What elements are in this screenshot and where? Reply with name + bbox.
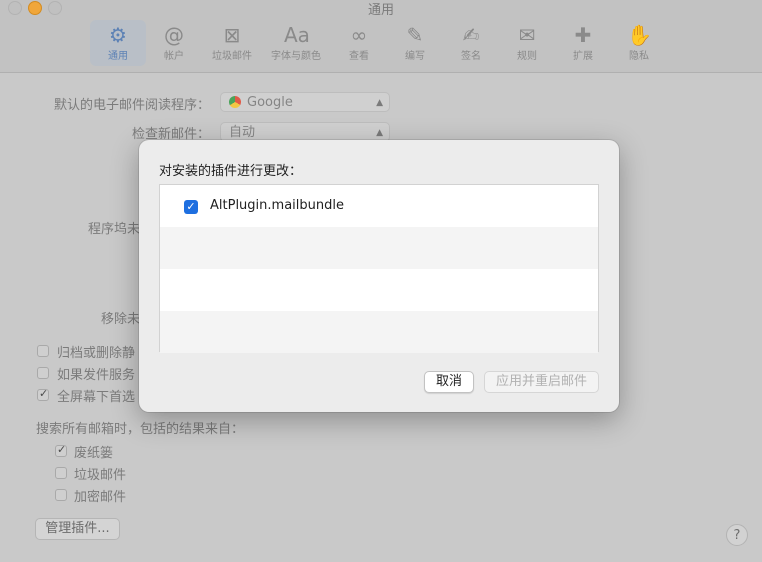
tab-label: 隐私 [629,51,649,62]
tab-composing[interactable]: ✎ 编写 [387,20,443,66]
archive-mute-label: 归档或删除静 [57,346,136,361]
tab-label: 编写 [405,51,425,62]
manage-plugins-button[interactable]: 管理插件... [35,518,120,540]
search-encrypted-checkbox[interactable] [55,489,67,501]
search-junk-checkbox[interactable] [55,467,67,479]
title-bar: 通用 ⚙ 通用 @ 帐户 ⊠ 垃圾邮件 Aa 字体与颜色 ∞ 查看 ✎ 编写 ✍… [0,0,762,73]
compose-icon: ✎ [406,23,424,47]
tab-signatures[interactable]: ✍ 签名 [443,20,499,66]
remove-unedited-label: 移除未 [100,312,140,327]
signature-icon: ✍ [462,23,480,47]
dock-unread-label: 程序坞未 [87,222,140,237]
search-encrypted-label: 加密邮件 [74,490,127,505]
check-mail-value: 自动 [229,125,256,140]
tab-general[interactable]: ⚙ 通用 [90,20,146,66]
tab-label: 查看 [349,51,369,62]
manage-plugins-sheet: 对安装的插件进行更改： ✓ AltPlugin.mailbundle 取消 应用… [139,140,619,412]
tab-rules[interactable]: ✉ 规则 [499,20,555,66]
at-icon: @ [164,23,184,47]
search-heading: 搜索所有邮箱时，包括的结果来自： [36,422,245,437]
list-item [160,311,598,353]
sheet-title: 对安装的插件进行更改： [159,164,303,179]
tab-accounts[interactable]: @ 帐户 [146,20,202,66]
tab-label: 规则 [517,51,537,62]
search-junk-label: 垃圾邮件 [74,468,127,483]
cancel-button[interactable]: 取消 [424,371,474,393]
list-item[interactable]: ✓ AltPlugin.mailbundle [160,185,598,227]
default-reader-value: Google [247,95,293,110]
tab-label: 帐户 [164,51,184,62]
default-reader-label: 默认的电子邮件阅读程序： [53,98,210,113]
server-fallback-label: 如果发件服务 [57,368,136,383]
tab-label: 扩展 [573,51,593,62]
fullscreen-tabs-label: 全屏幕下首选 [57,390,136,405]
tab-label: 签名 [461,51,481,62]
tab-junk-mail[interactable]: ⊠ 垃圾邮件 [204,20,260,66]
tab-label: 垃圾邮件 [212,51,252,62]
gear-icon: ⚙ [109,23,127,47]
list-item [160,227,598,269]
tab-viewing[interactable]: ∞ 查看 [331,20,387,66]
plugin-name: AltPlugin.mailbundle [210,198,344,213]
tab-label: 通用 [108,51,128,62]
list-item [160,269,598,311]
check-mail-popup[interactable]: 自动 ▲ [220,122,390,142]
fonts-icon: Aa [284,23,310,47]
chevron-updown-icon: ▲ [376,98,383,108]
tab-fonts-colors[interactable]: Aa 字体与颜色 [268,20,324,66]
help-button[interactable]: ? [726,524,748,546]
apply-restart-button[interactable]: 应用并重启邮件 [484,371,599,393]
search-trash-checkbox[interactable] [55,443,67,457]
junk-icon: ⊠ [223,23,241,47]
tab-privacy[interactable]: ✋ 隐私 [611,20,667,66]
chrome-icon [229,96,241,108]
plugin-enabled-checkbox[interactable]: ✓ [184,200,198,214]
tab-label: 字体与颜色 [271,51,321,62]
server-fallback-checkbox[interactable] [37,367,49,379]
glasses-icon: ∞ [350,23,368,47]
plugin-list: ✓ AltPlugin.mailbundle [159,184,599,353]
default-reader-popup[interactable]: Google ▲ [220,92,390,112]
hand-icon: ✋ [627,23,652,47]
rules-icon: ✉ [518,23,536,47]
fullscreen-tabs-checkbox[interactable] [37,387,49,401]
tab-extensions[interactable]: ✚ 扩展 [555,20,611,66]
window-title: 通用 [367,3,394,18]
puzzle-icon: ✚ [574,23,592,47]
archive-mute-checkbox[interactable] [37,345,49,357]
search-trash-label: 废纸篓 [74,446,114,461]
